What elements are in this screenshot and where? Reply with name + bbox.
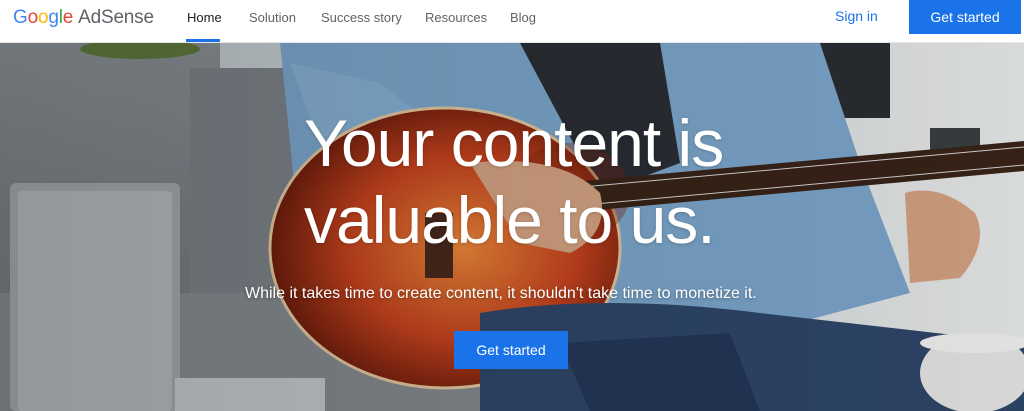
- sign-in-link[interactable]: Sign in: [835, 8, 878, 24]
- google-adsense-logo[interactable]: Google AdSense: [13, 7, 154, 29]
- nav-item-resources[interactable]: Resources: [425, 10, 487, 25]
- hero-headline: Your content is valuable to us.: [304, 105, 824, 259]
- active-nav-indicator: [186, 39, 220, 42]
- nav-item-home[interactable]: Home: [187, 10, 222, 25]
- google-wordmark: Google: [13, 7, 74, 28]
- hero-headline-line-2: valuable to us.: [304, 183, 716, 257]
- get-started-hero-button[interactable]: Get started: [454, 331, 568, 369]
- hero-subtext: While it takes time to create content, i…: [245, 285, 757, 302]
- adsense-wordmark: AdSense: [78, 7, 154, 28]
- nav-item-blog[interactable]: Blog: [510, 10, 536, 25]
- top-navigation: Google AdSense Home Solution Success stor…: [0, 0, 1024, 43]
- nav-item-solution[interactable]: Solution: [249, 10, 296, 25]
- hero-headline-line-1: Your content is: [304, 106, 724, 180]
- nav-item-success-story[interactable]: Success story: [321, 10, 402, 25]
- get-started-nav-button[interactable]: Get started: [909, 0, 1021, 34]
- hero-section: Your content is valuable to us. While it…: [0, 43, 1024, 411]
